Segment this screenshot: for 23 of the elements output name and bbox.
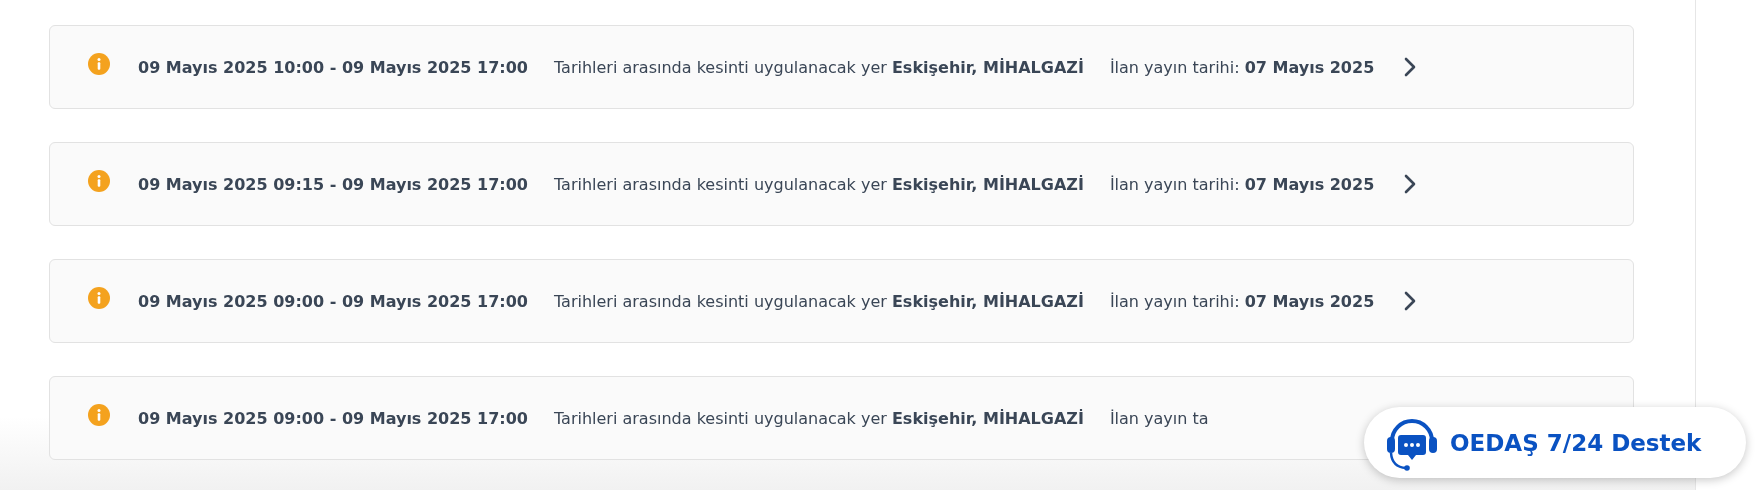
publish-date-text: İlan yayın ta bbox=[1109, 408, 1209, 428]
location-text: Tarihleri arasında kesinti uygulanacak yer Eskişehir, MİHALGAZİ bbox=[554, 291, 1084, 311]
chevron-right-icon[interactable] bbox=[1404, 291, 1417, 311]
info-icon bbox=[88, 287, 110, 309]
publish-date-text: İlan yayın tarihi: 07 Mayıs 2025 bbox=[1109, 291, 1375, 311]
date-range: 09 Mayıs 2025 09:15 - 09 Mayıs 2025 17:00 bbox=[138, 174, 528, 194]
location-text: Tarihleri arasında kesinti uygulanacak yer Eskişehir, MİHALGAZİ bbox=[554, 57, 1084, 77]
notice-card[interactable]: 09 Mayıs 2025 10:00 - 09 Mayıs 2025 17:00 Tarihleri arasında kesinti uygulanacak yer Eskişehir, MİHALGAZİ İlan yayın tarihi: 07 Mayıs 2025 bbox=[49, 25, 1634, 109]
location-text: Tarihleri arasında kesinti uygulanacak yer Eskişehir, MİHALGAZİ bbox=[554, 174, 1084, 194]
location-text: Tarihleri arasında kesinti uygulanacak yer Eskişehir, MİHALGAZİ bbox=[554, 408, 1084, 428]
chevron-right-icon[interactable] bbox=[1404, 174, 1417, 194]
notice-card[interactable]: 09 Mayıs 2025 09:00 - 09 Mayıs 2025 17:00 Tarihleri arasında kesinti uygulanacak yer Eskişehir, MİHALGAZİ İlan yayın tarihi: 07 Mayıs 2025 bbox=[49, 259, 1634, 343]
notice-card[interactable]: 09 Mayıs 2025 09:15 - 09 Mayıs 2025 17:00 Tarihleri arasında kesinti uygulanacak yer Eskişehir, MİHALGAZİ İlan yayın tarihi: 07 Mayıs 2025 bbox=[49, 142, 1634, 226]
info-icon bbox=[88, 170, 110, 192]
chevron-right-icon[interactable] bbox=[1404, 57, 1417, 77]
date-range: 09 Mayıs 2025 09:00 - 09 Mayıs 2025 17:00 bbox=[138, 291, 528, 311]
info-icon bbox=[88, 53, 110, 75]
date-range: 09 Mayıs 2025 09:00 - 09 Mayıs 2025 17:00 bbox=[138, 408, 528, 428]
publish-date-text: İlan yayın tarihi: 07 Mayıs 2025 bbox=[1109, 174, 1375, 194]
publish-date-text: İlan yayın tarihi: 07 Mayıs 2025 bbox=[1109, 57, 1375, 77]
date-range: 09 Mayıs 2025 10:00 - 09 Mayıs 2025 17:00 bbox=[138, 57, 528, 77]
info-icon bbox=[88, 404, 110, 426]
support-button[interactable]: OEDAŞ 7/24 Destek bbox=[1364, 407, 1746, 478]
